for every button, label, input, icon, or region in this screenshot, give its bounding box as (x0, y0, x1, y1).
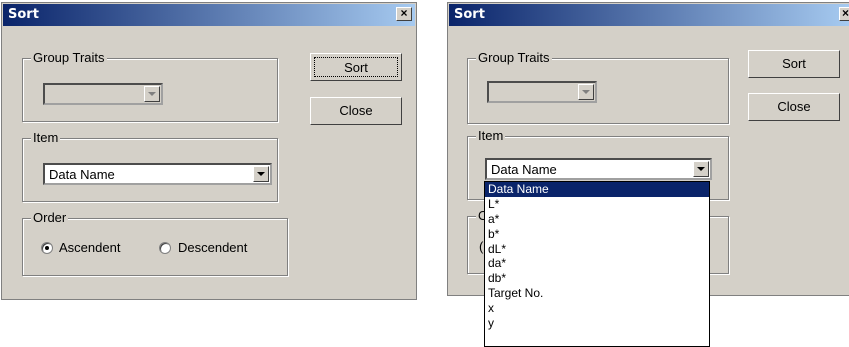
list-item[interactable]: Target No. (485, 286, 709, 301)
list-item[interactable]: x (485, 301, 709, 316)
group-traits-groupbox: Group Traits (467, 51, 729, 124)
ascendent-label: Ascendent (59, 240, 121, 255)
order-label: Order (31, 210, 69, 225)
list-item[interactable]: Data Name (485, 182, 709, 197)
sort-button[interactable]: Sort (310, 53, 402, 81)
list-item[interactable]: da* (485, 256, 709, 271)
item-value: Data Name (49, 167, 115, 182)
close-button[interactable]: Close (310, 97, 402, 125)
close-button[interactable]: Close (748, 93, 840, 121)
list-item[interactable]: b* (485, 227, 709, 242)
group-traits-combo[interactable] (487, 81, 597, 103)
chevron-down-icon[interactable] (578, 84, 594, 100)
dialog-title: Sort (8, 7, 39, 22)
item-combo[interactable]: Data Name (485, 158, 712, 180)
item-label: Item (476, 128, 506, 143)
descendent-radio[interactable] (159, 242, 171, 254)
sort-dialog-left: Sort × Group Traits Item Data Name Order… (1, 2, 417, 300)
chevron-down-icon[interactable] (253, 166, 269, 182)
item-groupbox: Item Data Name (22, 131, 278, 202)
chevron-down-icon[interactable] (693, 161, 709, 177)
sort-button-label: Sort (314, 57, 398, 77)
chevron-down-icon[interactable] (144, 86, 160, 102)
radio-partial: ( (479, 239, 484, 254)
close-icon[interactable]: × (839, 7, 849, 21)
group-traits-combo[interactable] (43, 83, 163, 105)
order-groupbox: Order Ascendent Descendent (22, 211, 288, 276)
list-item[interactable]: a* (485, 212, 709, 227)
sort-button[interactable]: Sort (748, 50, 840, 78)
close-icon[interactable]: × (396, 7, 412, 21)
group-traits-groupbox: Group Traits (22, 51, 278, 122)
group-traits-label: Group Traits (31, 50, 107, 65)
list-item[interactable]: dL* (485, 242, 709, 257)
list-item[interactable]: y (485, 316, 709, 331)
ascendent-radio[interactable] (41, 242, 53, 254)
item-dropdown-list[interactable]: Data Name L* a* b* dL* da* db* Target No… (484, 181, 710, 347)
item-combo[interactable]: Data Name (43, 163, 272, 185)
title-bar[interactable]: Sort × (449, 4, 849, 26)
item-value: Data Name (491, 162, 557, 177)
title-bar[interactable]: Sort × (3, 4, 415, 26)
radio-selected-dot (45, 246, 49, 250)
dialog-title: Sort (454, 7, 485, 22)
list-item[interactable]: L* (485, 197, 709, 212)
descendent-label: Descendent (178, 240, 248, 255)
group-traits-label: Group Traits (476, 50, 552, 65)
item-label: Item (31, 130, 61, 145)
list-item[interactable]: db* (485, 271, 709, 286)
